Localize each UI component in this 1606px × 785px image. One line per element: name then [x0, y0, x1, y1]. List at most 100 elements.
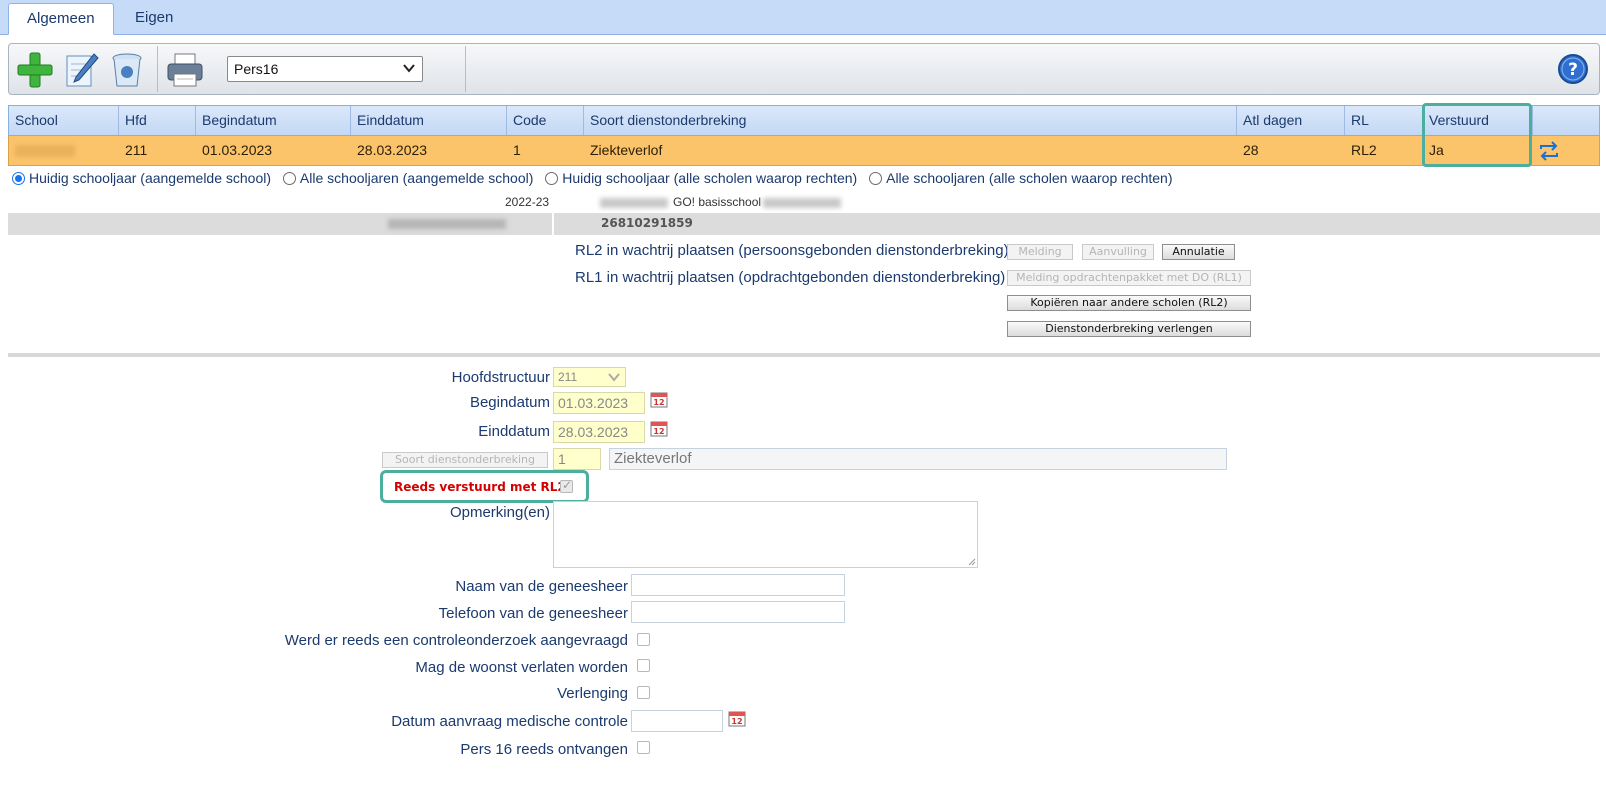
schooljaar-value: 2022-23: [505, 195, 550, 209]
svg-text:12: 12: [731, 717, 742, 726]
resize-handle-icon[interactable]: [968, 558, 976, 566]
toolbar-separator: [465, 46, 466, 92]
radio-dot: [545, 172, 559, 185]
reeds-verstuurd-checkbox[interactable]: [560, 478, 573, 493]
rl2-queue-label: RL2 in wachtrij plaatsen (persoonsgebond…: [575, 242, 1009, 259]
verlenging-label: Verlenging: [557, 685, 628, 702]
pers16-checkbox[interactable]: [637, 741, 650, 754]
datum-controle-field[interactable]: [631, 710, 723, 732]
controle-label: Werd er reeds een controleonderzoek aang…: [284, 632, 628, 649]
radio-label: Huidig schooljaar (aangemelde school): [29, 170, 272, 186]
hoofdstructuur-value: 211: [558, 370, 578, 384]
cell-atl-dagen: 28: [1243, 142, 1259, 158]
radio-dot: [869, 172, 883, 185]
begindatum-label: Begindatum: [469, 394, 550, 411]
section-divider: [8, 353, 1600, 357]
cell-einddatum: 28.03.2023: [357, 142, 428, 158]
reeds-verstuurd-label: Reeds verstuurd met RL2: [394, 480, 566, 494]
person-band: 26810291859: [8, 213, 1600, 235]
controle-checkbox[interactable]: [637, 633, 650, 646]
schooljaar-filter: Huidig schooljaar (aangemelde school) Al…: [12, 170, 1181, 186]
report-select[interactable]: Pers16: [227, 56, 423, 82]
header-einddatum[interactable]: Einddatum: [351, 106, 507, 135]
rl1-queue-label: RL1 in wachtrij plaatsen (opdrachtgebond…: [575, 269, 1006, 286]
soort-text-field: Ziekteverlof: [609, 448, 1227, 470]
cell-begindatum: 01.03.2023: [202, 142, 273, 158]
add-icon[interactable]: [15, 50, 55, 90]
calendar-icon[interactable]: 12: [650, 390, 668, 408]
radio-alle-aangemeld[interactable]: Alle schooljaren (aangemelde school): [282, 170, 534, 186]
melding-rl1-button[interactable]: Melding opdrachtenpakket met DO (RL1): [1007, 270, 1251, 286]
aanvulling-button[interactable]: Aanvulling: [1082, 244, 1154, 260]
verlenging-checkbox[interactable]: [637, 686, 650, 699]
calendar-icon[interactable]: 12: [728, 709, 746, 727]
print-icon[interactable]: [165, 50, 205, 90]
tab-bar: Algemeen Eigen: [0, 0, 1606, 35]
soort-code-field[interactable]: 1: [553, 448, 601, 470]
school-type: GO! basisschool: [673, 195, 762, 209]
header-rl[interactable]: RL: [1345, 106, 1423, 135]
begindatum-field[interactable]: 01.03.2023: [553, 392, 645, 414]
calendar-icon[interactable]: 12: [650, 419, 668, 437]
chevron-down-icon: [403, 64, 415, 73]
table-row[interactable]: 211 01.03.2023 28.03.2023 1 Ziekteverlof…: [8, 136, 1600, 166]
absence-grid: School Hfd Begindatum Einddatum Code Soo…: [8, 105, 1600, 166]
chevron-down-icon: [608, 373, 620, 382]
radio-huidig-aangemeld[interactable]: Huidig schooljaar (aangemelde school): [12, 170, 271, 186]
swap-icon[interactable]: [1538, 141, 1560, 161]
svg-text:?: ?: [1568, 60, 1578, 80]
radio-label: Huidig schooljaar (alle scholen waarop r…: [562, 170, 858, 186]
header-soort[interactable]: Soort dienstonderbreking: [584, 106, 1237, 135]
hoofdstructuur-select[interactable]: 211: [553, 367, 626, 387]
cell-school: [9, 136, 119, 165]
radio-alle-alle[interactable]: Alle schooljaren (alle scholen waarop re…: [869, 170, 1173, 186]
band-separator: [552, 213, 554, 235]
radio-dot: [12, 172, 25, 185]
tab-eigen[interactable]: Eigen: [117, 3, 191, 35]
cell-code: 1: [513, 142, 521, 158]
geneesheer-naam-label: Naam van de geneesheer: [455, 578, 628, 595]
tab-algemeen[interactable]: Algemeen: [8, 3, 114, 35]
redacted-person-name: [388, 219, 506, 229]
einddatum-field[interactable]: 28.03.2023: [553, 421, 645, 443]
verlengen-button[interactable]: Dienstonderbreking verlengen: [1007, 321, 1251, 337]
stamnummer: 26810291859: [601, 216, 693, 230]
woonst-checkbox[interactable]: [637, 659, 650, 672]
soort-dienstonderbreking-button[interactable]: Soort dienstonderbreking: [382, 452, 548, 468]
header-school[interactable]: School: [9, 106, 119, 135]
redacted-school-number: [600, 198, 668, 208]
svg-text:12: 12: [653, 398, 664, 407]
radio-dot: [282, 172, 296, 185]
datum-controle-label: Datum aanvraag medische controle: [391, 713, 628, 730]
cell-soort: Ziekteverlof: [590, 142, 663, 158]
geneesheer-tel-label: Telefoon van de geneesheer: [438, 605, 628, 622]
cell-verstuurd: Ja: [1429, 142, 1444, 158]
radio-huidig-alle[interactable]: Huidig schooljaar (alle scholen waarop r…: [545, 170, 857, 186]
edit-icon[interactable]: [61, 50, 101, 90]
geneesheer-naam-field[interactable]: [631, 574, 845, 596]
header-verstuurd[interactable]: Verstuurd: [1423, 106, 1533, 135]
geneesheer-tel-field[interactable]: [631, 601, 845, 623]
delete-icon[interactable]: [107, 50, 147, 90]
header-code[interactable]: Code: [507, 106, 584, 135]
toolbar-separator: [157, 46, 158, 92]
grid-header: School Hfd Begindatum Einddatum Code Soo…: [8, 105, 1600, 136]
report-select-value: Pers16: [234, 61, 279, 77]
header-hfd[interactable]: Hfd: [119, 106, 196, 135]
opmerking-textarea[interactable]: [553, 501, 978, 568]
kopieren-button[interactable]: Kopiëren naar andere scholen (RL2): [1007, 295, 1251, 311]
svg-text:12: 12: [653, 427, 664, 436]
help-icon[interactable]: ?: [1557, 53, 1589, 85]
cell-rl: RL2: [1351, 142, 1377, 158]
header-begindatum[interactable]: Begindatum: [196, 106, 351, 135]
redacted-school: [15, 145, 75, 158]
hoofdstructuur-label: Hoofdstructuur: [451, 369, 550, 386]
redacted-school-name: [763, 198, 841, 208]
header-atl-dagen[interactable]: Atl dagen: [1237, 106, 1345, 135]
melding-button[interactable]: Melding: [1007, 244, 1073, 260]
annulatie-button[interactable]: Annulatie: [1162, 244, 1235, 260]
woonst-label: Mag de woonst verlaten worden: [415, 659, 628, 676]
pers16-label: Pers 16 reeds ontvangen: [460, 741, 628, 758]
einddatum-label: Einddatum: [478, 423, 550, 440]
radio-label: Alle schooljaren (aangemelde school): [299, 170, 534, 186]
